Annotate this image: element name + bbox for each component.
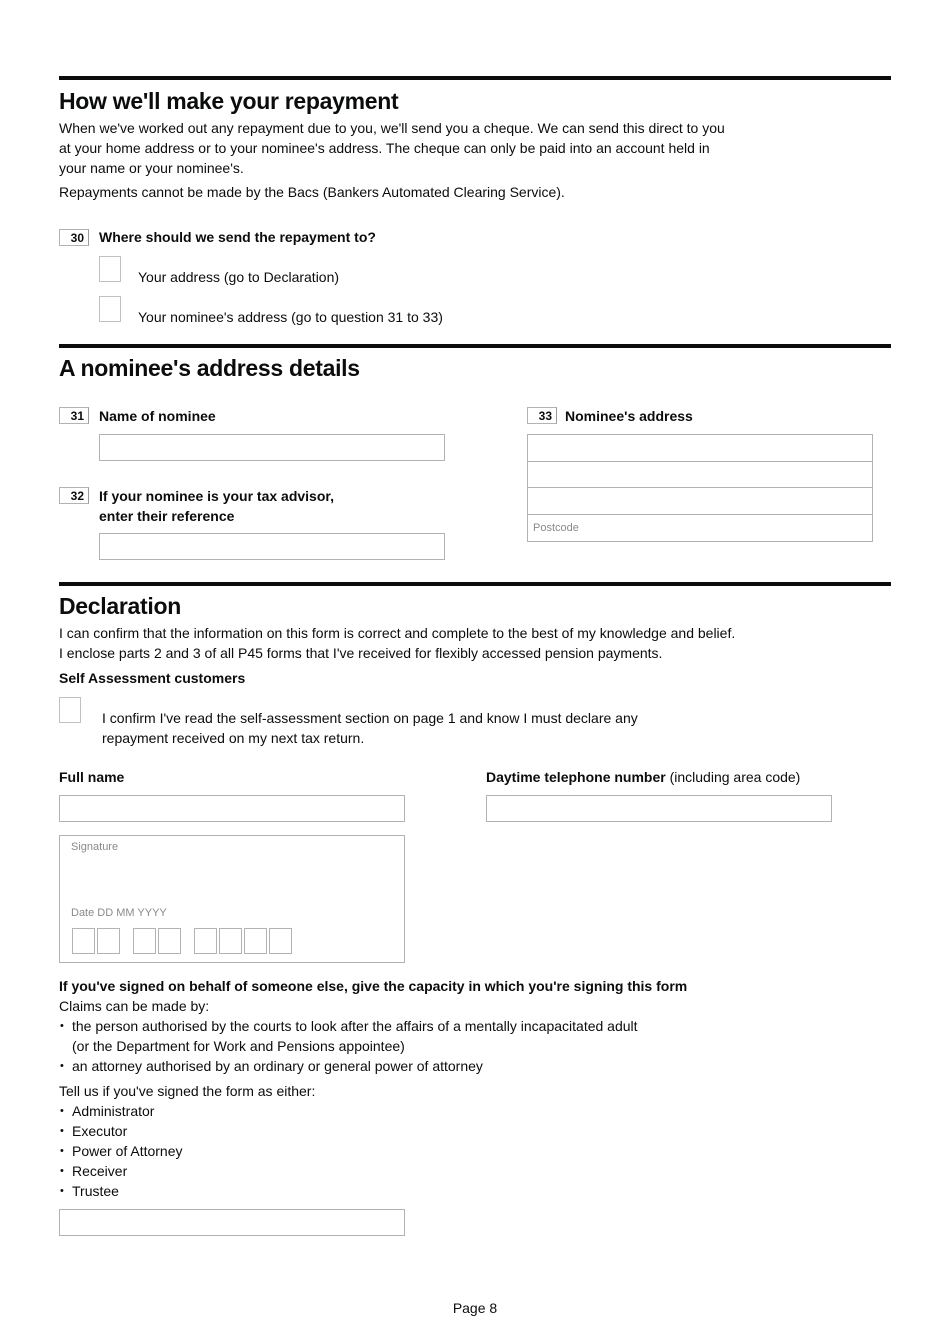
page-number: Page 8	[452, 1300, 498, 1316]
capacity-list-item: Administrator	[59, 1101, 183, 1121]
address-line-3-input[interactable]	[528, 488, 872, 515]
option-nominee-address-label: Your nominee's address (go to question 3…	[138, 309, 443, 325]
declaration-line-2: I enclose parts 2 and 3 of all P45 forms…	[59, 645, 663, 661]
phone-label: Daytime telephone number (including area…	[486, 767, 800, 787]
phone-input[interactable]	[486, 795, 832, 822]
question-number-33: 33	[527, 407, 557, 424]
option-nominee-address-checkbox[interactable]	[99, 296, 121, 322]
phone-label-note: (including area code)	[665, 769, 801, 785]
claims-item-line: the person authorised by the courts to l…	[72, 1018, 638, 1034]
self-assessment-heading: Self Assessment customers	[59, 670, 246, 686]
question-30-label: Where should we send the repayment to?	[99, 229, 376, 245]
bacs-note: Repayments cannot be made by the Bacs (B…	[59, 184, 565, 200]
section-divider	[59, 582, 891, 586]
claims-item-line: an attorney authorised by an ordinary or…	[72, 1058, 483, 1074]
confirm-text-line: repayment received on my next tax return…	[102, 730, 365, 746]
nominee-name-input[interactable]	[99, 434, 445, 461]
date-year-digit-3[interactable]	[244, 928, 267, 954]
date-year-digit-1[interactable]	[194, 928, 217, 954]
claims-intro: Claims can be made by:	[59, 998, 210, 1014]
signature-box[interactable]: Signature Date DD MM YYYY	[59, 835, 405, 963]
repayment-intro: When we've worked out any repayment due …	[59, 118, 725, 178]
intro-line: When we've worked out any repayment due …	[59, 120, 725, 136]
declaration-line-1: I can confirm that the information on th…	[59, 625, 736, 641]
postcode-input[interactable]: Postcode	[528, 515, 872, 542]
phone-label-bold: Daytime telephone number	[486, 769, 666, 785]
nominee-address-field: Postcode	[527, 434, 873, 542]
date-year-digit-2[interactable]	[219, 928, 242, 954]
claims-list: the person authorised by the courts to l…	[59, 1016, 638, 1076]
date-month-digit-1[interactable]	[133, 928, 156, 954]
date-year-digit-4[interactable]	[269, 928, 292, 954]
intro-line: your name or your nominee's.	[59, 160, 244, 176]
date-day-digit-2[interactable]	[97, 928, 120, 954]
capacity-list: Administrator Executor Power of Attorney…	[59, 1101, 183, 1201]
repayment-heading: How we'll make your repayment	[59, 88, 399, 114]
question-32-label: If your nominee is your tax advisor, ent…	[99, 486, 334, 526]
capacity-list-item: Executor	[59, 1121, 183, 1141]
option-your-address-checkbox[interactable]	[99, 256, 121, 282]
section-divider	[59, 344, 891, 348]
nominee-heading: A nominee's address details	[59, 355, 360, 381]
question-number-31: 31	[59, 407, 89, 424]
address-line-2-input[interactable]	[528, 462, 872, 488]
declaration-heading: Declaration	[59, 593, 181, 619]
full-name-input[interactable]	[59, 795, 405, 822]
claims-item-line: (or the Department for Work and Pensions…	[72, 1038, 405, 1054]
date-month-digit-2[interactable]	[158, 928, 181, 954]
question-number-32: 32	[59, 487, 89, 504]
self-assessment-confirm-checkbox[interactable]	[59, 697, 81, 723]
question-32-label-line: If your nominee is your tax advisor,	[99, 488, 334, 504]
capacity-list-item: Trustee	[59, 1181, 183, 1201]
claims-list-item: an attorney authorised by an ordinary or…	[59, 1056, 638, 1076]
question-33-label: Nominee's address	[565, 408, 693, 424]
full-name-label: Full name	[59, 769, 125, 785]
date-label: Date DD MM YYYY	[71, 907, 167, 919]
capacity-list-item: Power of Attorney	[59, 1141, 183, 1161]
question-31-label: Name of nominee	[99, 408, 216, 424]
capacity-heading: If you've signed on behalf of someone el…	[59, 978, 688, 994]
signature-label: Signature	[71, 841, 119, 853]
address-line-1-input[interactable]	[528, 435, 872, 462]
tax-advisor-reference-input[interactable]	[99, 533, 445, 560]
capacity-list-item: Receiver	[59, 1161, 183, 1181]
option-your-address-label: Your address (go to Declaration)	[138, 269, 340, 285]
claims-list-item: the person authorised by the courts to l…	[59, 1016, 638, 1056]
confirm-text-line: I confirm I've read the self-assessment …	[102, 710, 638, 726]
question-32-label-line: enter their reference	[99, 508, 235, 524]
intro-line: at your home address or to your nominee'…	[59, 140, 710, 156]
capacity-input[interactable]	[59, 1209, 405, 1236]
question-number-30: 30	[59, 229, 89, 246]
date-day-digit-1[interactable]	[72, 928, 95, 954]
section-divider	[59, 76, 891, 80]
either-intro: Tell us if you've signed the form as eit…	[59, 1083, 316, 1099]
self-assessment-confirm-text: I confirm I've read the self-assessment …	[102, 708, 638, 748]
